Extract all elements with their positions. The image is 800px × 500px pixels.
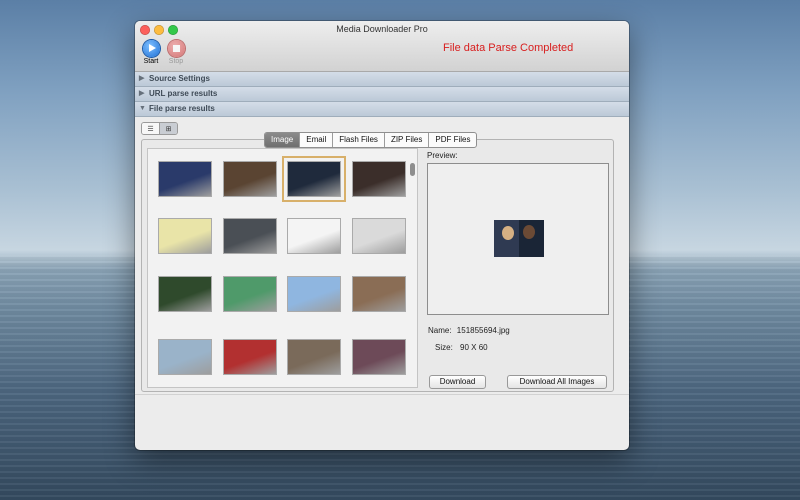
- section-label: File parse results: [149, 104, 215, 113]
- podium-speaker-photo[interactable]: [158, 161, 212, 197]
- op-ed-photo[interactable]: [352, 218, 406, 254]
- list-view-icon[interactable]: ☰: [142, 123, 159, 134]
- start-label: Start: [143, 58, 159, 65]
- disclosure-down-icon: ▼: [139, 105, 146, 112]
- titlebar: Media Downloader Pro Start Stop File dat…: [135, 21, 629, 72]
- preview-image: [494, 220, 544, 257]
- size-value: 90 X 60: [460, 343, 488, 352]
- tab-pdf-files[interactable]: PDF Files: [428, 133, 476, 147]
- file-name-row: Name: 151855694.jpg: [428, 326, 510, 335]
- man-portrait-photo[interactable]: [223, 161, 277, 197]
- name-value: 151855694.jpg: [456, 326, 510, 335]
- tab-image[interactable]: Image: [265, 133, 300, 147]
- sale-sign-photo[interactable]: [352, 276, 406, 312]
- app-window: Media Downloader Pro Start Stop File dat…: [135, 21, 629, 450]
- ice-photo[interactable]: [287, 276, 341, 312]
- play-icon: [142, 40, 160, 57]
- thumbnail-grid: [147, 148, 418, 388]
- open-house-sign-photo[interactable]: [223, 339, 277, 375]
- interior-photo[interactable]: [287, 339, 341, 375]
- file-type-tabs: Image Email Flash Files ZIP Files PDF Fi…: [264, 132, 478, 148]
- section-label: Source Settings: [149, 74, 210, 83]
- results-panel: Image Email Flash Files ZIP Files PDF Fi…: [141, 132, 614, 392]
- preview-box: [427, 163, 609, 315]
- scrollbar-thumb[interactable]: [410, 163, 415, 176]
- window-title: Media Downloader Pro: [336, 24, 428, 34]
- tab-flash-files[interactable]: Flash Files: [332, 133, 384, 147]
- start-button[interactable]: Start: [138, 40, 164, 65]
- newspaper-building-photo[interactable]: [223, 218, 277, 254]
- stop-button[interactable]: Stop: [163, 40, 189, 65]
- section-file-parse-results[interactable]: ▼ File parse results: [135, 102, 629, 117]
- status-message: File data Parse Completed: [443, 42, 574, 54]
- disclosure-right-icon: ▶: [139, 75, 145, 82]
- vertical-scrollbar[interactable]: [410, 151, 416, 385]
- preview-label: Preview:: [427, 151, 458, 160]
- view-mode-toggle: ☰ ⊞: [141, 122, 178, 135]
- envelope-photo[interactable]: [287, 218, 341, 254]
- section-label: URL parse results: [149, 89, 218, 98]
- pool-house-photo[interactable]: [223, 276, 277, 312]
- stop-icon: [167, 40, 185, 57]
- couple-photo[interactable]: [158, 218, 212, 254]
- two-people-photo[interactable]: [282, 156, 346, 202]
- disclosure-right-icon: ▶: [139, 90, 145, 97]
- grid-view-icon[interactable]: ⊞: [159, 123, 177, 134]
- victorian-house-photo[interactable]: [352, 339, 406, 375]
- building-photo[interactable]: [158, 339, 212, 375]
- panel-divider: [135, 394, 629, 395]
- download-all-button[interactable]: Download All Images: [507, 375, 607, 389]
- download-button[interactable]: Download: [429, 375, 486, 389]
- size-label: Size:: [435, 343, 453, 352]
- woman-portrait-photo[interactable]: [352, 161, 406, 197]
- stop-label: Stop: [168, 58, 184, 65]
- house-night-photo[interactable]: [158, 276, 212, 312]
- tab-email[interactable]: Email: [299, 133, 332, 147]
- name-label: Name:: [428, 326, 452, 335]
- file-size-row: Size: 90 X 60: [435, 343, 488, 352]
- tab-zip-files[interactable]: ZIP Files: [383, 133, 428, 147]
- section-source-settings[interactable]: ▶ Source Settings: [135, 72, 629, 87]
- section-url-parse-results[interactable]: ▶ URL parse results: [135, 87, 629, 102]
